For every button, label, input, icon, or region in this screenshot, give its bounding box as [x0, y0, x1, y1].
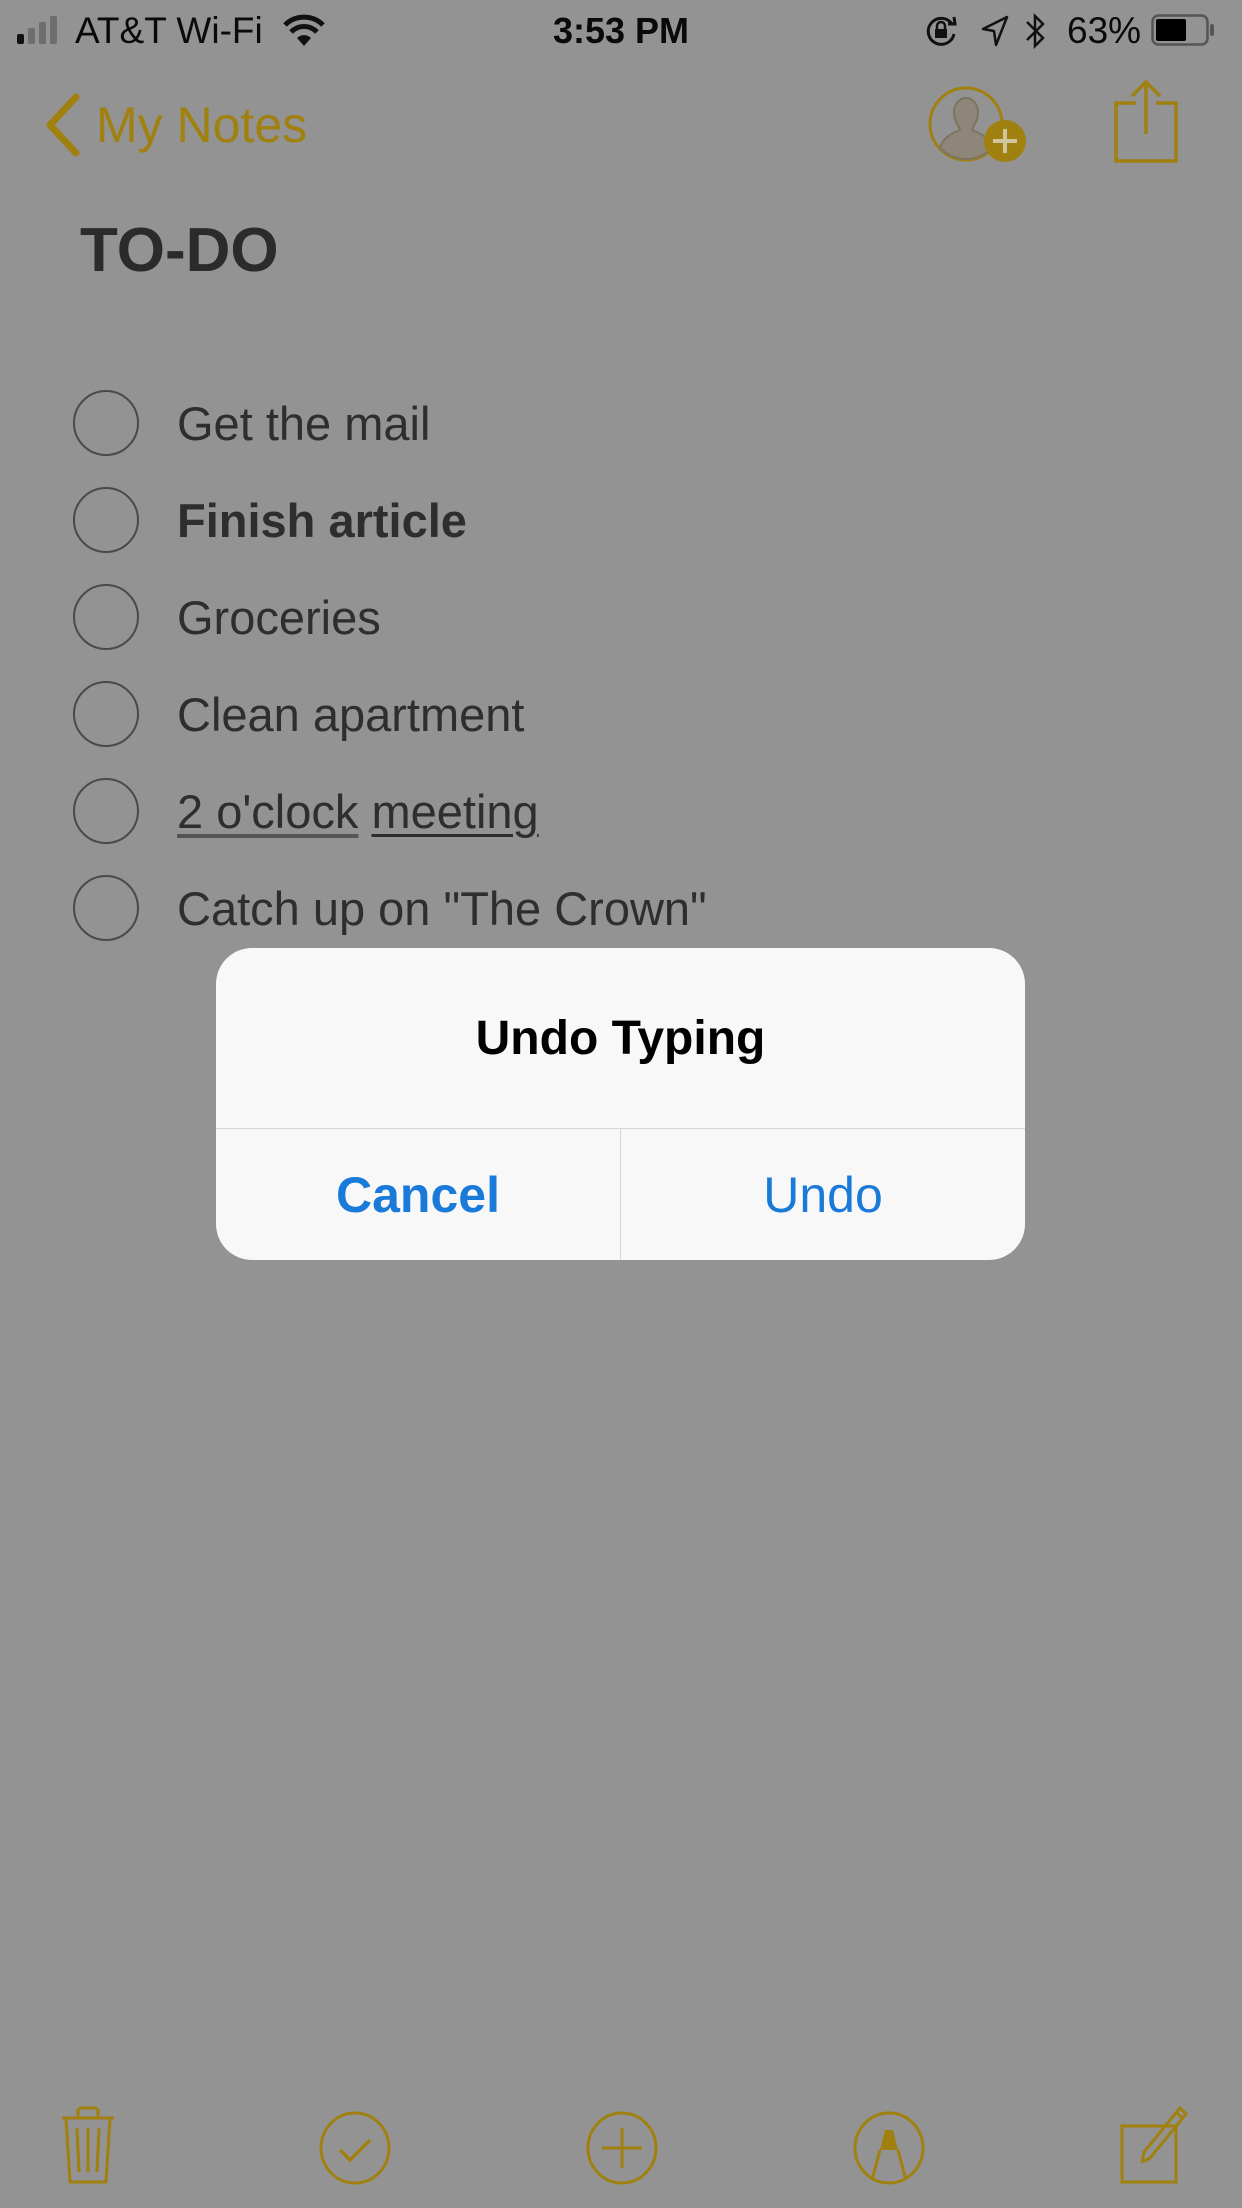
markup-icon: [852, 2110, 926, 2186]
checklist-item-text[interactable]: Finish article: [177, 493, 467, 548]
back-button[interactable]: My Notes: [42, 90, 307, 160]
note-title[interactable]: TO-DO: [80, 215, 279, 286]
checklist-checkbox[interactable]: [73, 390, 139, 456]
checklist-checkbox[interactable]: [73, 681, 139, 747]
share-button[interactable]: [1112, 78, 1182, 164]
alert-title: Undo Typing: [475, 1011, 766, 1065]
add-people-button[interactable]: [926, 84, 1030, 164]
checklist-item-text[interactable]: Catch up on "The Crown": [177, 881, 707, 936]
compose-icon: [1118, 2102, 1190, 2188]
status-bar: AT&T Wi-Fi 3:53 PM 63%: [0, 0, 1242, 60]
battery-percent: 63%: [1067, 10, 1142, 51]
checklist-checkbox[interactable]: [73, 778, 139, 844]
checklist-item[interactable]: Finish article: [73, 480, 467, 560]
checklist-button[interactable]: [318, 2110, 392, 2186]
checklist-item-text[interactable]: Get the mail: [177, 396, 430, 451]
cancel-button[interactable]: Cancel: [216, 1129, 620, 1260]
bluetooth-icon: [1024, 12, 1048, 50]
add-people-icon: [926, 84, 1030, 164]
add-button[interactable]: [585, 2110, 659, 2186]
toolbar: [0, 2090, 1242, 2208]
undo-button[interactable]: Undo: [621, 1129, 1025, 1260]
time-link[interactable]: 2 o'clock: [177, 785, 358, 838]
battery-icon: [1151, 14, 1215, 46]
checklist-checkbox[interactable]: [73, 487, 139, 553]
markup-button[interactable]: [852, 2110, 926, 2186]
checklist-item-text[interactable]: 2 o'clock meeting: [177, 784, 539, 839]
checklist-item[interactable]: Clean apartment: [73, 674, 524, 754]
delete-button[interactable]: [60, 2106, 116, 2186]
rotation-lock-icon: [924, 14, 958, 48]
checklist-item[interactable]: 2 o'clock meeting: [73, 771, 539, 851]
checklist-item-text[interactable]: Clean apartment: [177, 687, 524, 742]
event-link[interactable]: meeting: [371, 785, 538, 838]
clock: 3:53 PM: [552, 10, 690, 51]
checklist-checkbox[interactable]: [73, 584, 139, 650]
checklist-item-text[interactable]: Groceries: [177, 590, 381, 645]
checklist-item[interactable]: Catch up on "The Crown": [73, 868, 707, 948]
checklist-checkbox[interactable]: [73, 875, 139, 941]
add-icon: [585, 2110, 659, 2186]
back-label: My Notes: [96, 97, 308, 153]
trash-icon: [60, 2106, 116, 2186]
checklist-icon: [318, 2110, 392, 2186]
compose-button[interactable]: [1118, 2102, 1190, 2188]
location-icon: [980, 14, 1010, 48]
undo-typing-alert: Undo Typing Cancel Undo: [216, 948, 1025, 1260]
checklist-item[interactable]: Groceries: [73, 577, 381, 657]
checklist-item[interactable]: Get the mail: [73, 383, 430, 463]
share-icon: [1112, 78, 1182, 164]
chevron-left-icon: [42, 93, 82, 157]
